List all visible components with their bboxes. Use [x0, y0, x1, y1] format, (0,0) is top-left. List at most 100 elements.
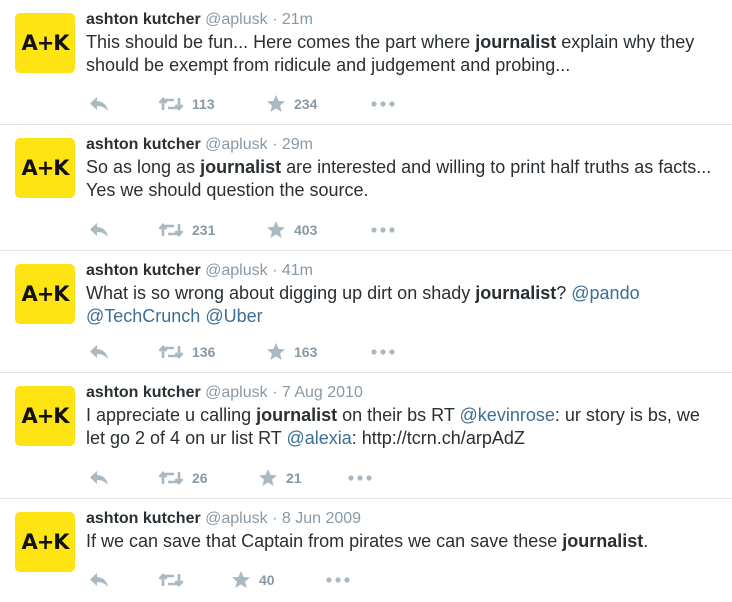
reply-icon [90, 471, 108, 485]
mention-link[interactable]: @alexia [286, 428, 351, 448]
tweet-actions: 231 403 [86, 218, 446, 242]
reply-button[interactable] [88, 568, 110, 592]
avatar[interactable]: A+K [15, 386, 75, 446]
user-name[interactable]: ashton kutcher [86, 262, 201, 279]
mention-link[interactable]: @kevinrose [460, 405, 555, 425]
more-button[interactable] [371, 340, 395, 364]
more-dots-icon [371, 227, 395, 233]
tweet-header: ashton kutcher @aplusk · 8 Jun 2009 [86, 509, 720, 529]
keyword-highlight: journalist [256, 405, 338, 425]
user-handle[interactable]: @aplusk [205, 136, 268, 153]
retweet-icon [158, 471, 184, 485]
user-name[interactable]: ashton kutcher [86, 510, 201, 527]
favorite-star-icon [267, 343, 285, 360]
reply-button[interactable] [88, 340, 110, 364]
favorite-count: 234 [294, 96, 318, 112]
user-handle[interactable]: @aplusk [205, 384, 268, 401]
avatar[interactable]: A+K [15, 138, 75, 198]
keyword-highlight: journalist [562, 531, 644, 551]
tweet[interactable]: A+K ashton kutcher @aplusk · 7 Aug 2010 … [0, 373, 732, 499]
user-handle[interactable]: @aplusk [205, 11, 268, 28]
favorite-star-icon [267, 95, 285, 112]
favorite-button[interactable]: 40 [231, 568, 275, 592]
more-dots-icon [371, 349, 395, 355]
keyword-highlight: journalist [475, 283, 557, 303]
tweet[interactable]: A+K ashton kutcher @aplusk · 21m This sh… [0, 0, 732, 125]
retweet-button[interactable]: 136 [158, 340, 215, 364]
tweet-text: What is so wrong about digging up dirt o… [86, 283, 640, 326]
tweet[interactable]: A+K ashton kutcher @aplusk · 8 Jun 2009 … [0, 499, 732, 602]
retweet-button[interactable]: 231 [158, 218, 215, 242]
tweet-actions: 26 21 [86, 466, 446, 490]
separator-dot: · [272, 510, 278, 527]
more-button[interactable] [326, 568, 350, 592]
tweet[interactable]: A+K ashton kutcher @aplusk · 41m What is… [0, 251, 732, 373]
favorite-count: 21 [286, 470, 302, 486]
retweet-button[interactable]: 26 [158, 466, 208, 490]
tweet-text: So as long as journalist are interested … [86, 157, 712, 200]
tweet-timeline: A+K ashton kutcher @aplusk · 21m This sh… [0, 0, 732, 602]
timestamp[interactable]: 8 Jun 2009 [282, 510, 361, 527]
timestamp[interactable]: 41m [282, 262, 313, 279]
reply-icon [90, 223, 108, 237]
mention-link[interactable]: @TechCrunch [86, 306, 200, 326]
retweet-count: 136 [192, 344, 216, 360]
user-handle[interactable]: @aplusk [205, 262, 268, 279]
avatar[interactable]: A+K [15, 13, 75, 73]
tweet-actions: 113 234 [86, 92, 446, 116]
separator-dot: · [272, 262, 278, 279]
retweet-button[interactable]: 113 [158, 92, 215, 116]
favorite-star-icon [259, 469, 277, 486]
tweet-text: If we can save that Captain from pirates… [86, 531, 649, 551]
favorite-button[interactable]: 403 [266, 218, 317, 242]
more-button[interactable] [348, 466, 372, 490]
reply-button[interactable] [88, 92, 110, 116]
favorite-count: 163 [294, 344, 318, 360]
more-dots-icon [348, 475, 372, 481]
user-name[interactable]: ashton kutcher [86, 11, 201, 28]
avatar[interactable]: A+K [15, 264, 75, 324]
retweet-count: 26 [192, 470, 208, 486]
more-button[interactable] [371, 92, 395, 116]
retweet-button[interactable] [158, 568, 192, 592]
tweet-header: ashton kutcher @aplusk · 7 Aug 2010 [86, 383, 720, 403]
user-name[interactable]: ashton kutcher [86, 136, 201, 153]
more-dots-icon [371, 101, 395, 107]
favorite-button[interactable]: 163 [266, 340, 317, 364]
reply-button[interactable] [88, 466, 110, 490]
avatar[interactable]: A+K [15, 512, 75, 572]
user-handle[interactable]: @aplusk [205, 510, 268, 527]
tweet-header: ashton kutcher @aplusk · 41m [86, 261, 720, 281]
separator-dot: · [272, 11, 278, 28]
timestamp[interactable]: 29m [282, 136, 313, 153]
favorite-button[interactable]: 234 [266, 92, 317, 116]
more-button[interactable] [371, 218, 395, 242]
favorite-button[interactable]: 21 [258, 466, 302, 490]
reply-icon [90, 97, 108, 111]
retweet-icon [158, 223, 184, 237]
keyword-highlight: journalist [200, 157, 282, 177]
tweet-actions: 136 163 [86, 340, 446, 364]
tweet[interactable]: A+K ashton kutcher @aplusk · 29m So as l… [0, 125, 732, 251]
user-name[interactable]: ashton kutcher [86, 384, 201, 401]
mention-link[interactable]: @Uber [205, 306, 262, 326]
retweet-icon [158, 573, 184, 587]
timestamp[interactable]: 21m [282, 11, 313, 28]
more-dots-icon [326, 577, 350, 583]
separator-dot: · [272, 136, 278, 153]
favorite-count: 40 [259, 572, 275, 588]
reply-icon [90, 345, 108, 359]
reply-button[interactable] [88, 218, 110, 242]
favorite-count: 403 [294, 222, 318, 238]
tweet-header: ashton kutcher @aplusk · 29m [86, 135, 720, 155]
mention-link[interactable]: @pando [571, 283, 639, 303]
tweet-header: ashton kutcher @aplusk · 21m [86, 10, 720, 30]
retweet-count: 113 [192, 96, 215, 112]
reply-icon [90, 573, 108, 587]
tweet-actions: 40 [86, 568, 446, 592]
retweet-icon [158, 97, 184, 111]
retweet-icon [158, 345, 184, 359]
retweet-count: 231 [192, 222, 216, 238]
tweet-text: This should be fun... Here comes the par… [86, 32, 695, 75]
timestamp[interactable]: 7 Aug 2010 [282, 384, 363, 401]
